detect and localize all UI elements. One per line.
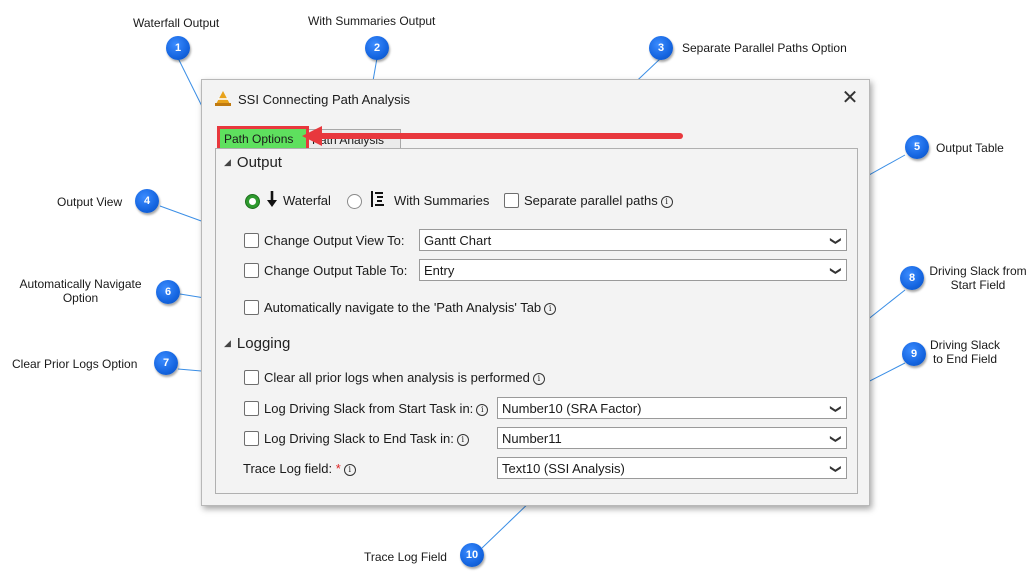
ssi-dialog: SSI Connecting Path Analysis ✕ Path Anal… xyxy=(201,79,870,506)
log-slack-start-label: Log Driving Slack from Start Task in: i xyxy=(264,401,489,416)
waterfall-down-arrow-icon xyxy=(267,191,277,207)
logging-section-heading[interactable]: ◢ Logging xyxy=(224,335,290,352)
log-slack-end-label: Log Driving Slack to End Task in: i xyxy=(264,431,469,446)
path-options-panel: ◢ Output Waterfal With Summaries Separate… xyxy=(215,148,858,494)
separate-paths-label: Separate parallel paths i xyxy=(524,193,673,208)
chevron-down-icon: ❯ xyxy=(829,266,842,276)
clear-logs-checkbox[interactable] xyxy=(244,370,259,385)
log-slack-start-checkbox[interactable] xyxy=(244,401,259,416)
with-summaries-label: With Summaries xyxy=(394,193,490,208)
info-icon[interactable]: i xyxy=(532,373,545,385)
required-marker: * xyxy=(335,461,341,476)
clear-logs-label: Clear all prior logs when analysis is pe… xyxy=(264,370,545,385)
callout-label-summaries: With Summaries Output xyxy=(308,14,436,28)
output-table-select[interactable]: Entry ❯ xyxy=(419,259,847,281)
dialog-title: SSI Connecting Path Analysis xyxy=(238,92,410,107)
close-icon[interactable]: ✕ xyxy=(839,88,861,110)
callout-badge-3: 3 xyxy=(649,36,673,60)
with-summaries-radio[interactable] xyxy=(347,194,362,209)
callout-badge-5: 5 xyxy=(905,135,929,159)
change-output-view-label: Change Output View To: xyxy=(264,233,405,248)
callout-label-separate: Separate Parallel Paths Option xyxy=(682,41,847,55)
callout-label-output-table: Output Table xyxy=(936,141,1004,155)
auto-navigate-checkbox[interactable] xyxy=(244,300,259,315)
dialog-titlebar[interactable]: SSI Connecting Path Analysis ✕ xyxy=(202,80,869,118)
separate-paths-checkbox[interactable] xyxy=(504,193,519,208)
chevron-down-icon: ❯ xyxy=(829,236,842,246)
change-output-table-checkbox[interactable] xyxy=(244,263,259,278)
callout-label-clear-logs: Clear Prior Logs Option xyxy=(12,357,138,371)
collapse-triangle-icon: ◢ xyxy=(224,338,231,348)
output-section-heading[interactable]: ◢ Output xyxy=(224,154,282,171)
info-icon[interactable]: i xyxy=(476,404,489,416)
info-icon[interactable]: i xyxy=(343,464,356,476)
callout-badge-9: 9 xyxy=(902,342,926,366)
change-output-view-checkbox[interactable] xyxy=(244,233,259,248)
callout-label-waterfall: Waterfall Output xyxy=(133,16,220,30)
trace-log-label: Trace Log field: * i xyxy=(243,461,356,476)
trace-log-field-select[interactable]: Text10 (SSI Analysis) ❯ xyxy=(497,457,847,479)
callout-label-trace-log: Trace Log Field xyxy=(364,550,447,564)
callout-badge-1: 1 xyxy=(166,36,190,60)
slack-start-field-select[interactable]: Number10 (SRA Factor) ❯ xyxy=(497,397,847,419)
callout-badge-7: 7 xyxy=(154,351,178,375)
callout-badge-8: 8 xyxy=(900,266,924,290)
auto-navigate-label: Automatically navigate to the 'Path Anal… xyxy=(264,300,557,315)
summaries-outline-icon xyxy=(371,191,384,207)
info-icon[interactable]: i xyxy=(544,303,557,315)
output-view-select[interactable]: Gantt Chart ❯ xyxy=(419,229,847,251)
callout-badge-2: 2 xyxy=(365,36,389,60)
callout-label-slack-end: Driving Slack to End Field xyxy=(929,338,1001,366)
info-icon[interactable]: i xyxy=(660,196,673,208)
callout-badge-10: 10 xyxy=(460,543,484,567)
chevron-down-icon: ❯ xyxy=(829,464,842,474)
change-output-table-label: Change Output Table To: xyxy=(264,263,408,278)
log-slack-end-checkbox[interactable] xyxy=(244,431,259,446)
callout-label-auto-navigate: Automatically Navigate Option xyxy=(19,277,142,305)
waterfall-label: Waterfal xyxy=(283,193,331,208)
app-logo-icon xyxy=(215,91,231,106)
callout-badge-4: 4 xyxy=(135,189,159,213)
callout-label-output-view: Output View xyxy=(57,195,123,209)
info-icon[interactable]: i xyxy=(456,434,469,446)
callout-label-slack-start: Driving Slack from Start Field xyxy=(929,264,1027,292)
chevron-down-icon: ❯ xyxy=(829,434,842,444)
callout-badge-6: 6 xyxy=(156,280,180,304)
waterfall-radio[interactable] xyxy=(245,194,260,209)
slack-end-field-select[interactable]: Number11 ❯ xyxy=(497,427,847,449)
collapse-triangle-icon: ◢ xyxy=(224,157,231,167)
highlight-arrow xyxy=(302,126,683,146)
chevron-down-icon: ❯ xyxy=(829,404,842,414)
